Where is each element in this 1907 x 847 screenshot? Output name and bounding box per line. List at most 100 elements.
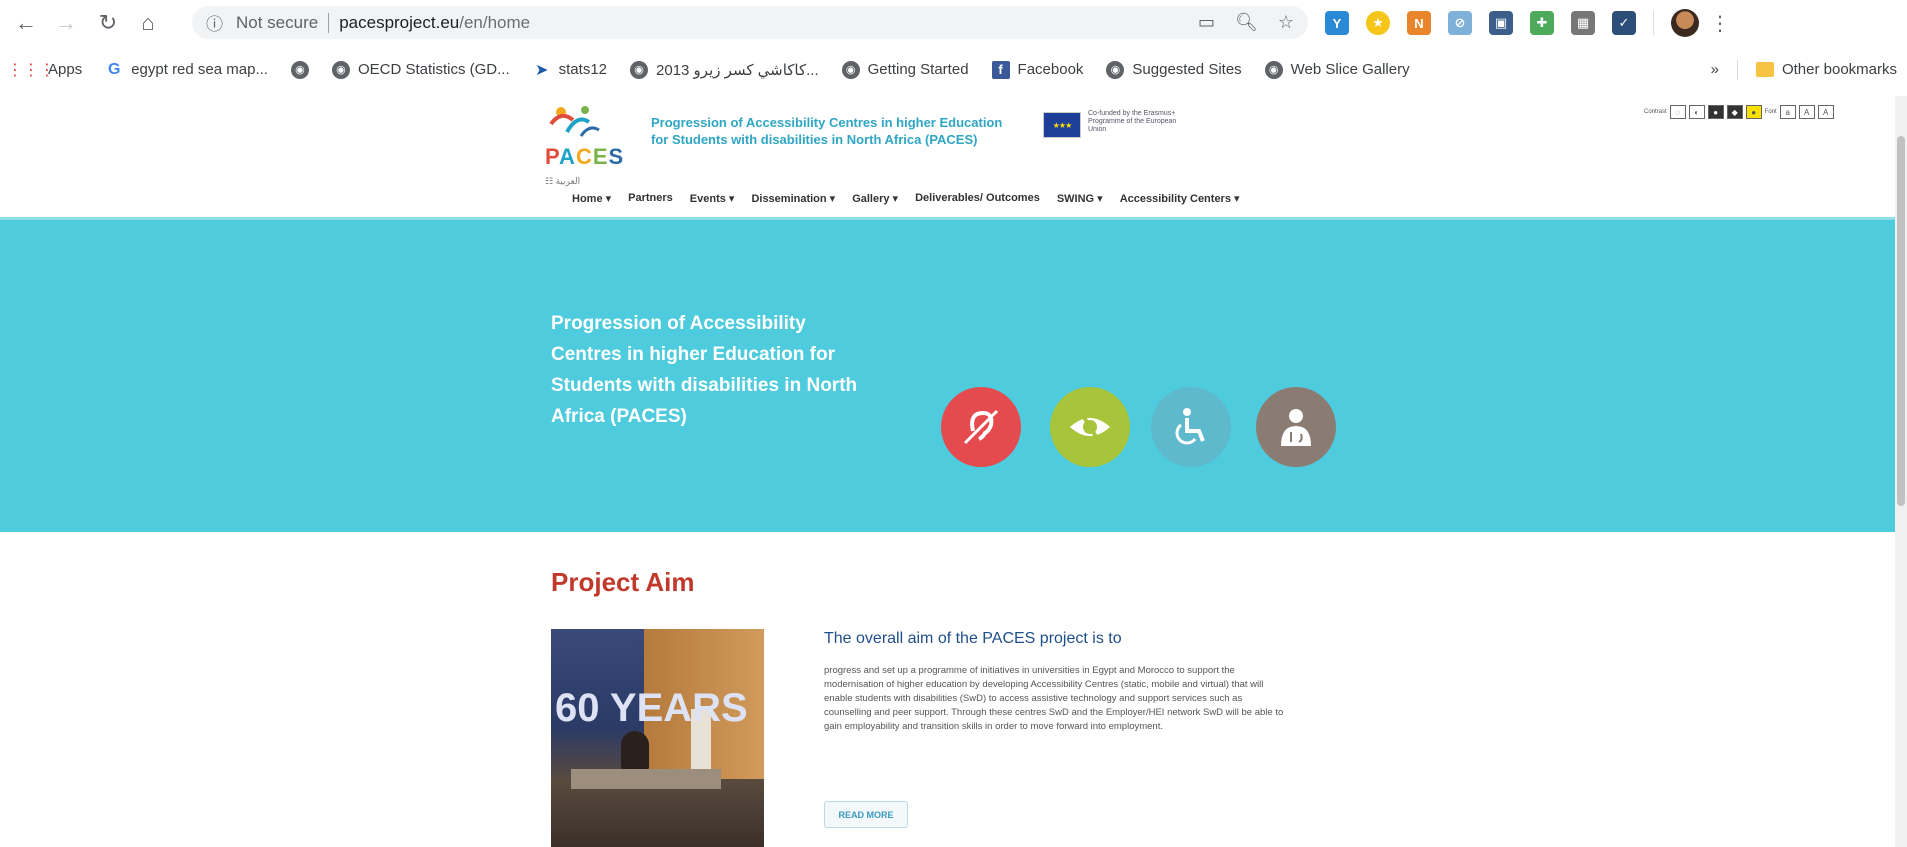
nav-gallery[interactable]: Gallery ▾: [852, 192, 898, 205]
font-reset-button[interactable]: A: [1798, 105, 1815, 119]
extension-check-icon[interactable]: ✓: [1612, 11, 1636, 35]
bookmark-arabic[interactable]: ◉ كاكاشي كسر زيرو 2013...: [630, 60, 819, 79]
globe-icon: ◉: [331, 60, 350, 79]
bookmark-label: Web Slice Gallery: [1290, 61, 1410, 78]
page-scrollbar[interactable]: [1895, 96, 1907, 847]
info-icon[interactable]: ⓘ: [206, 10, 236, 35]
extension-star-icon[interactable]: ★: [1366, 11, 1390, 35]
back-arrow-icon[interactable]: ←: [8, 5, 44, 41]
nav-dissemination[interactable]: Dissemination ▾: [751, 192, 835, 205]
cast-icon[interactable]: ▭: [1198, 12, 1215, 33]
bookmark-oecd[interactable]: ◉ OECD Statistics (GD...: [331, 60, 510, 79]
bookmark-web-slice[interactable]: ◉ Web Slice Gallery: [1264, 60, 1410, 79]
aim-title: The overall aim of the PACES project is …: [824, 630, 1122, 647]
nav-events[interactable]: Events ▾: [690, 192, 735, 205]
reload-icon[interactable]: ↻: [90, 5, 126, 41]
bookmark-stats12[interactable]: ➤ stats12: [533, 61, 607, 79]
zoom-icon[interactable]: 🔍︎: [1235, 12, 1258, 33]
bookmark-label: Getting Started: [867, 61, 969, 78]
visually-impaired-icon: [1050, 387, 1130, 467]
globe-icon: ◉: [841, 60, 860, 79]
globe-icon: ◉: [1106, 60, 1125, 79]
bookmarks-divider: [1736, 59, 1738, 80]
apps-grid-icon: ⋮⋮⋮: [7, 61, 55, 79]
extension-new-icon[interactable]: N: [1407, 11, 1431, 35]
bookmark-label: Facebook: [1017, 61, 1084, 78]
forward-arrow-icon[interactable]: →: [48, 5, 84, 41]
contrast-label: Contrast: [1644, 109, 1667, 115]
photo-desk: [571, 769, 721, 789]
extensions-divider: [1653, 11, 1654, 35]
header-title-line: Progression of Accessibility Centres in …: [651, 115, 1003, 130]
bookmark-label: Suggested Sites: [1132, 61, 1242, 78]
arabic-language-link[interactable]: ☷ العربية: [545, 176, 625, 187]
bookmark-egypt-map[interactable]: G egypt red sea map...: [105, 61, 268, 79]
other-bookmarks[interactable]: Other bookmarks: [1755, 61, 1897, 78]
home-icon[interactable]: ⌂: [130, 5, 166, 41]
url-path: /en/home: [459, 12, 531, 32]
header-title-line: for Students with disabilities in North …: [651, 132, 978, 147]
bookmarks-right: » Other bookmarks: [1711, 52, 1897, 87]
bookmark-label: OECD Statistics (GD...: [357, 61, 510, 78]
folder-icon: [1755, 62, 1774, 77]
font-decrease-button[interactable]: a: [1779, 105, 1796, 119]
nav-home[interactable]: Home ▾: [572, 192, 611, 205]
hero-banner: Progression of Accessibility Centres in …: [0, 217, 1895, 532]
accessibility-controls: Contrast ◌ ◐ ● ◆ ● Font a A A: [1644, 105, 1834, 119]
extension-image-icon[interactable]: ▣: [1489, 11, 1513, 35]
bookmark-apps[interactable]: ⋮⋮⋮ Apps: [7, 61, 82, 79]
globe-icon: ◉: [630, 60, 649, 79]
paces-logo[interactable]: PACES ☷ العربية: [545, 102, 625, 187]
menu-dots-icon[interactable]: ⋮: [1710, 11, 1730, 36]
nav-swing[interactable]: SWING ▾: [1057, 192, 1103, 205]
eu-cofunded-text: Co-funded by the Erasmus+ Programme of t…: [1088, 110, 1177, 133]
project-photo: 60 YEARS: [551, 629, 764, 847]
contrast-dark-yellow-button[interactable]: ◆: [1726, 105, 1743, 119]
photo-banner-text: 60 YEARS: [555, 686, 748, 730]
extension-clip-icon[interactable]: ⊘: [1448, 11, 1472, 35]
header-title: Progression of Accessibility Centres in …: [651, 114, 1051, 148]
person-disability-icon: [1256, 387, 1336, 467]
profile-avatar[interactable]: [1671, 9, 1699, 37]
main-nav: Home ▾ Partners Events ▾ Dissemination ▾…: [572, 192, 1240, 205]
logo-text: PACES: [545, 144, 625, 169]
eu-flag-icon: ★★★: [1043, 112, 1081, 138]
bookmark-label: كاكاشي كسر زيرو 2013...: [656, 61, 819, 79]
hero-title: Progression of Accessibility Centres in …: [551, 313, 858, 427]
scrollbar-thumb[interactable]: [1897, 136, 1905, 506]
bookmarks-overflow-button[interactable]: »: [1711, 61, 1719, 78]
extension-calculator-icon[interactable]: ▦: [1571, 11, 1595, 35]
bookmark-facebook[interactable]: f Facebook: [991, 60, 1084, 79]
extension-y-icon[interactable]: Y: [1325, 11, 1349, 35]
photo-speaker: [621, 731, 649, 771]
contrast-light-button[interactable]: ◐: [1688, 105, 1705, 119]
nav-accessibility-centers[interactable]: Accessibility Centers ▾: [1120, 192, 1240, 205]
omnibox-actions: ▭ 🔍︎ ☆: [1198, 6, 1294, 39]
contrast-dark-button[interactable]: ●: [1707, 105, 1724, 119]
nav-deliverables[interactable]: Deliverables/ Outcomes: [915, 192, 1040, 205]
browser-toolbar: ← → ↻ ⌂ ⓘ Not secure pacesproject.eu/en/…: [0, 0, 1907, 45]
globe-icon: ◉: [290, 60, 309, 79]
bookmark-star-icon[interactable]: ☆: [1278, 12, 1294, 33]
security-label: Not secure: [236, 12, 319, 32]
site-header: PACES ☷ العربية Progression of Accessibi…: [0, 96, 1895, 218]
bookmark-label: egypt red sea map...: [131, 61, 268, 78]
hearing-impaired-icon: [941, 387, 1021, 467]
read-more-button[interactable]: READ MORE: [824, 801, 908, 828]
aim-text: progress and set up a programme of initi…: [824, 665, 1284, 732]
bookmark-suggested-sites[interactable]: ◉ Suggested Sites: [1106, 60, 1242, 79]
contrast-yellow-button[interactable]: ●: [1745, 105, 1762, 119]
bookmark-getting-started[interactable]: ◉ Getting Started: [841, 60, 969, 79]
nav-partners[interactable]: Partners: [628, 192, 673, 205]
bookmark-label: stats12: [558, 61, 608, 78]
font-increase-button[interactable]: A: [1817, 105, 1834, 119]
extension-figure-icon[interactable]: ✚: [1530, 11, 1554, 35]
address-bar[interactable]: ⓘ Not secure pacesproject.eu/en/home ▭ 🔍…: [192, 6, 1308, 39]
contrast-default-button[interactable]: ◌: [1669, 105, 1686, 119]
stats-icon: ➤: [534, 61, 549, 79]
font-label: Font: [1764, 109, 1777, 115]
bookmark-unnamed[interactable]: ◉: [290, 60, 309, 79]
wheelchair-icon: [1151, 387, 1231, 467]
extensions-bar: Y ★ N ⊘ ▣ ✚ ▦ ✓ ⋮: [1325, 8, 1730, 38]
bookmark-label: Other bookmarks: [1781, 61, 1897, 78]
